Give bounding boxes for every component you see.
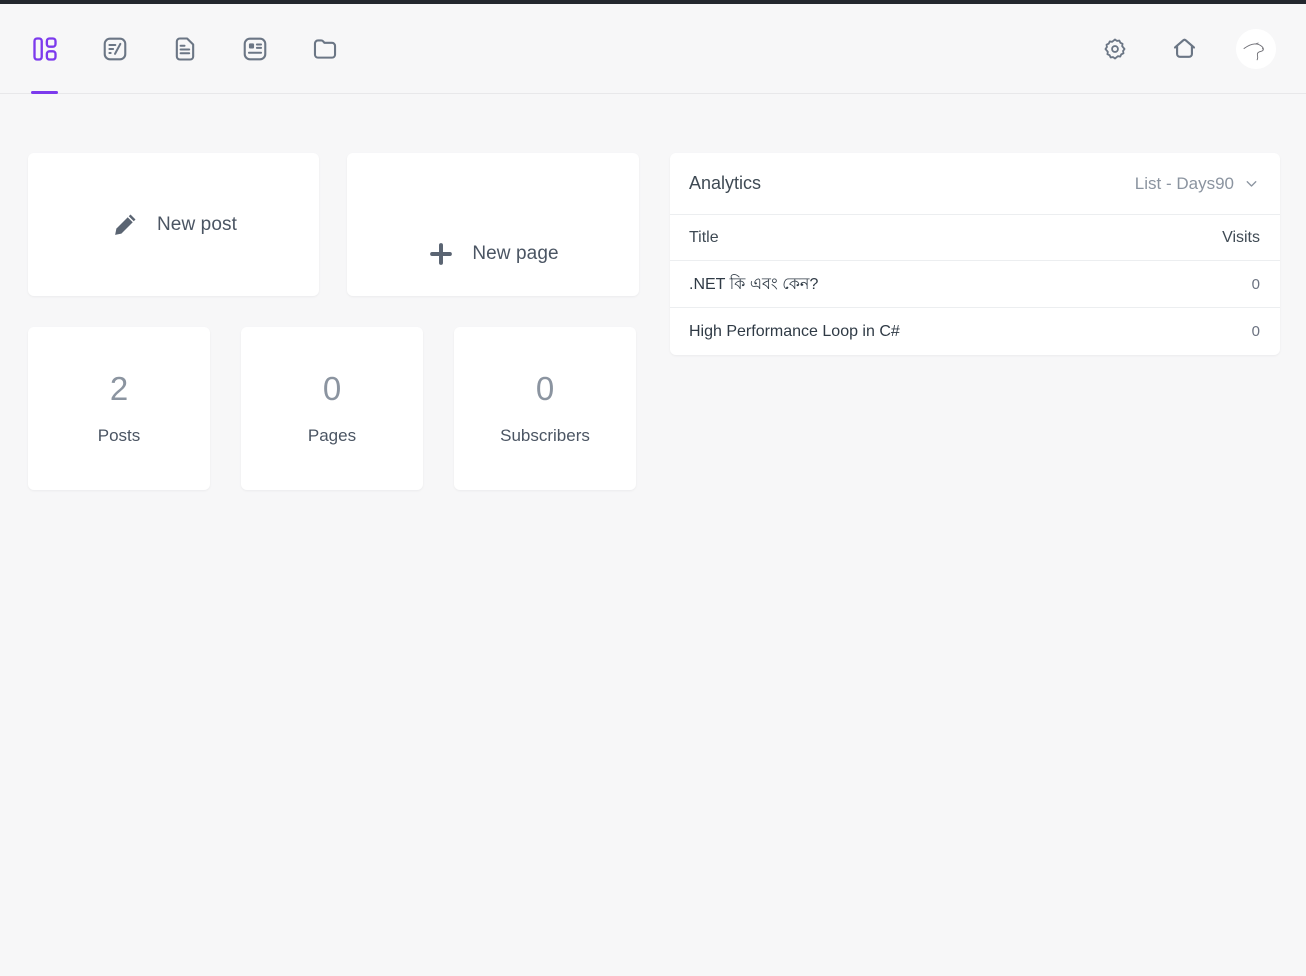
stats-row: 2 Posts 0 Pages 0 Subscribers	[28, 327, 640, 490]
stat-value-posts: 2	[109, 369, 129, 407]
dashboard-body: New post New page 2 Posts 0 Pages 0 Subs…	[0, 94, 1306, 490]
nav-item-files[interactable]	[308, 4, 342, 93]
stat-label-posts: Posts	[97, 425, 141, 445]
avatar[interactable]	[1236, 28, 1276, 69]
dashboard-left-column: New post New page 2 Posts 0 Pages 0 Subs…	[28, 153, 640, 490]
primary-navigation	[0, 4, 342, 94]
home-icon	[1173, 38, 1195, 58]
analytics-header: Analytics List - Days90	[670, 153, 1280, 215]
header-actions	[1098, 28, 1306, 69]
nav-item-dashboard[interactable]	[28, 4, 62, 94]
row-visits: 0	[1251, 275, 1260, 293]
nav-item-posts[interactable]	[98, 4, 132, 93]
folder-icon	[313, 38, 337, 59]
new-page-label: New page	[472, 243, 559, 264]
settings-button[interactable]	[1098, 32, 1132, 66]
page-document-icon	[175, 36, 195, 61]
pencil-icon	[115, 214, 136, 235]
row-visits: 0	[1251, 323, 1260, 340]
analytics-range-dropdown[interactable]: List - Days90	[1135, 174, 1260, 194]
active-tab-indicator	[31, 91, 58, 94]
plus-icon	[430, 243, 453, 265]
new-post-card[interactable]: New post	[28, 153, 319, 296]
analytics-range-label: List - Days90	[1134, 173, 1234, 193]
home-button[interactable]	[1167, 32, 1201, 66]
row-title: .NET কি এবং কেন?	[689, 275, 819, 293]
table-row[interactable]: .NET কি এবং কেন? 0	[670, 261, 1280, 308]
stat-label-pages: Pages	[307, 425, 357, 445]
analytics-panel: Analytics List - Days90 Title Visits .NE…	[670, 153, 1280, 355]
avatar-bird-icon	[1236, 28, 1276, 69]
column-header-visits: Visits	[1222, 228, 1260, 246]
dashboard-right-column: Analytics List - Days90 Title Visits .NE…	[670, 153, 1280, 355]
analytics-table-header: Title Visits	[670, 215, 1280, 261]
gear-icon	[1104, 38, 1126, 59]
contact-card-icon	[243, 37, 267, 60]
posts-edit-icon	[103, 37, 127, 60]
nav-item-subscribers[interactable]	[238, 4, 272, 93]
new-post-label: New post	[156, 213, 237, 235]
row-title: High Performance Loop in C#	[689, 322, 900, 340]
stat-value-pages: 0	[322, 369, 342, 407]
nav-item-pages[interactable]	[168, 4, 202, 93]
chevron-down-icon	[1246, 181, 1257, 187]
quick-actions-row: New post New page	[28, 153, 640, 296]
app-header	[0, 4, 1306, 94]
table-row[interactable]: High Performance Loop in C# 0	[670, 308, 1280, 355]
analytics-title: Analytics	[689, 173, 762, 193]
stat-card-pages[interactable]: 0 Pages	[241, 327, 423, 490]
stat-card-posts[interactable]: 2 Posts	[28, 327, 210, 490]
new-page-card[interactable]: New page	[347, 153, 639, 296]
stat-card-subscribers[interactable]: 0 Subscribers	[454, 327, 636, 490]
stat-label-subscribers: Subscribers	[500, 425, 590, 445]
stat-value-subscribers: 0	[535, 369, 555, 407]
column-header-title: Title	[689, 228, 719, 246]
dashboard-icon	[33, 36, 57, 61]
